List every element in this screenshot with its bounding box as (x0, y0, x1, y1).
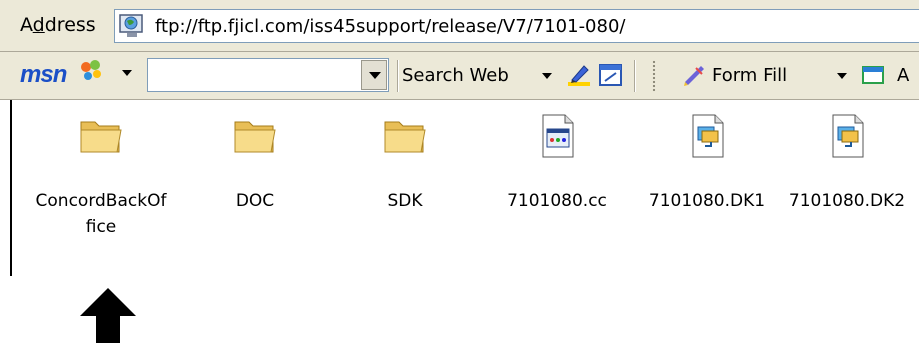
address-field[interactable]: ftp://ftp.fjicl.com/iss45support/release… (114, 9, 919, 43)
form-fill-icon[interactable] (682, 62, 708, 88)
msn-menu-chevron-down-icon[interactable] (122, 70, 132, 76)
dk-file-icon (832, 114, 864, 158)
address-url: ftp://ftp.fjicl.com/iss45support/release… (155, 16, 626, 37)
search-web-button[interactable]: Search Web (402, 65, 509, 86)
folder-icon (384, 121, 426, 153)
file-name: DOC (235, 191, 275, 211)
file-name: ConcordBackOffice (35, 191, 167, 237)
file-item-dk[interactable]: 7101080.DK1 (632, 112, 782, 214)
folder-icon (80, 121, 122, 153)
msn-search-combo[interactable] (147, 58, 389, 92)
file-item-document[interactable]: 7101080.cc (482, 112, 632, 214)
folder-icon (234, 121, 276, 153)
file-list-pane: ConcordBackOffice DOC SDK 7101080.cc 710… (10, 100, 919, 276)
file-item-folder[interactable]: ConcordBackOffice (26, 112, 176, 240)
file-item-folder[interactable]: DOC (180, 112, 330, 214)
msn-butterfly-icon (81, 60, 101, 80)
address-label: Address (20, 14, 96, 36)
annotation-arrow-up-icon (80, 288, 136, 343)
search-web-chevron-down-icon[interactable] (542, 73, 552, 79)
msn-search-input[interactable] (148, 59, 356, 89)
form-fill-button[interactable]: Form Fill (712, 65, 787, 86)
dk-file-icon (692, 114, 724, 158)
file-item-dk[interactable]: 7101080.DK2 (772, 112, 919, 214)
toolbar-separator (634, 60, 636, 92)
msn-toolbar: msn Search Web Form Fill A (0, 52, 919, 100)
popup-blocker-icon[interactable] (598, 62, 624, 88)
msn-logo[interactable]: msn (20, 60, 101, 89)
ftp-globe-icon (119, 14, 143, 37)
file-name: 7101080.cc (507, 191, 607, 211)
search-dropdown-button[interactable] (361, 60, 387, 90)
trailing-toolbar-label[interactable]: A (897, 65, 909, 86)
window-icon[interactable] (860, 62, 886, 88)
file-item-folder[interactable]: SDK (330, 112, 480, 214)
file-name: SDK (387, 191, 423, 211)
toolbar-separator (397, 60, 399, 92)
toolbar-grip[interactable] (652, 60, 656, 92)
document-icon (542, 114, 574, 158)
file-name: 7101080.DK2 (788, 191, 906, 211)
form-fill-chevron-down-icon[interactable] (837, 73, 847, 79)
file-name: 7101080.DK1 (648, 191, 766, 211)
highlight-icon[interactable] (566, 62, 592, 88)
address-bar: Address ftp://ftp.fjicl.com/iss45support… (0, 0, 919, 52)
